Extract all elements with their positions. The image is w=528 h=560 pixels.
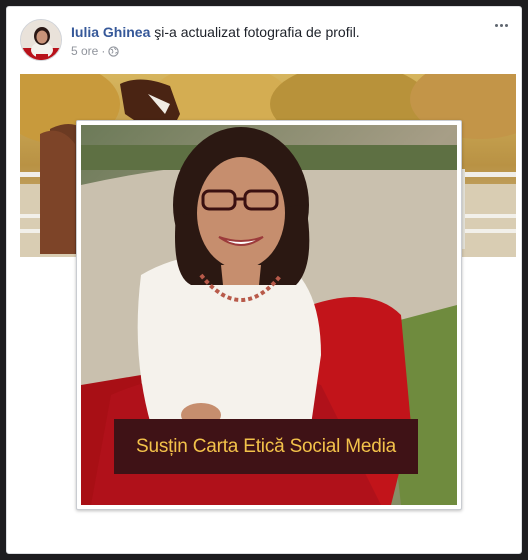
post-timestamp[interactable]: 5 ore <box>71 44 98 58</box>
post-header: Iulia Ghinea şi-a actualizat fotografia … <box>71 24 360 40</box>
post-action-text: şi-a actualizat fotografia de profil. <box>150 24 360 40</box>
more-options-icon[interactable] <box>489 17 513 33</box>
post-meta: 5 ore · <box>71 44 120 58</box>
frame-banner-text: Susțin Carta Etică Social Media <box>136 435 396 457</box>
profile-photo-frame[interactable]: Susțin Carta Etică Social Media <box>76 120 462 510</box>
author-avatar[interactable] <box>20 19 62 61</box>
globe-icon[interactable] <box>108 45 120 57</box>
frame-banner: Susțin Carta Etică Social Media <box>114 419 418 474</box>
meta-separator: · <box>101 44 106 58</box>
author-name-link[interactable]: Iulia Ghinea <box>71 24 150 40</box>
post-card: Iulia Ghinea şi-a actualizat fotografia … <box>6 6 522 554</box>
